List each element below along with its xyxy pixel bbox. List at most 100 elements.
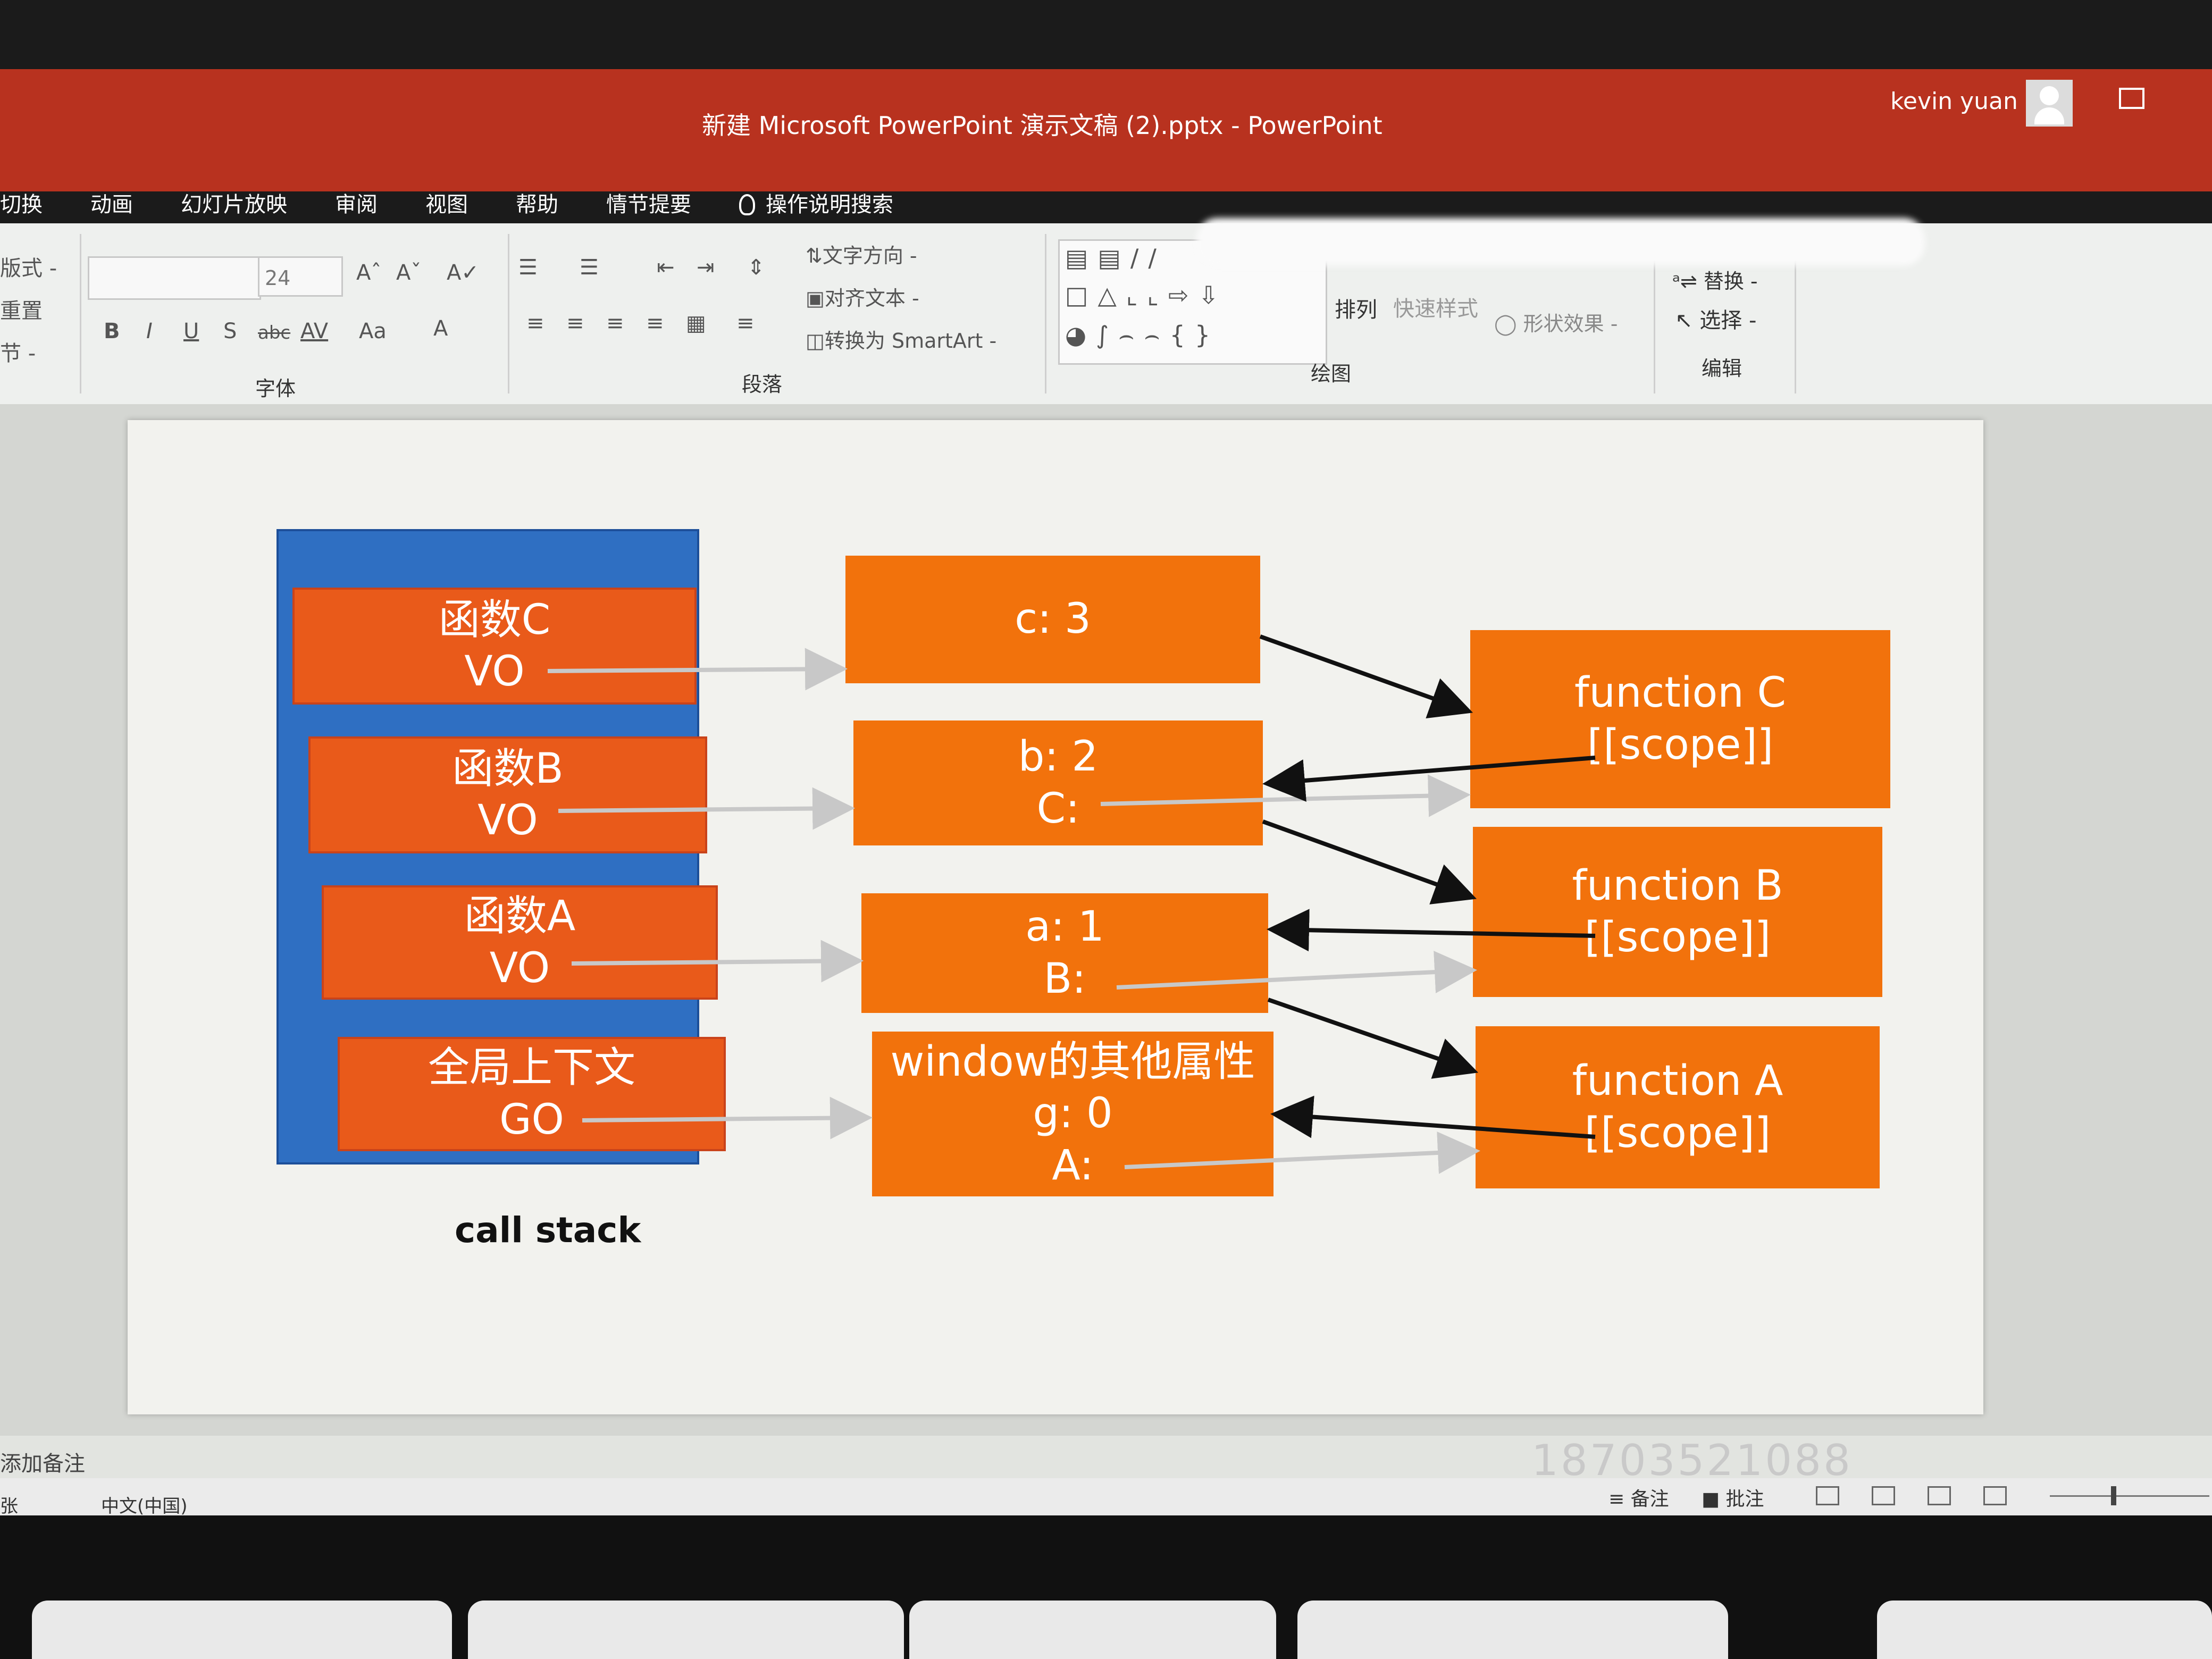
strikethrough-button[interactable]: abc	[258, 322, 290, 343]
font-group-label: 字体	[255, 377, 296, 400]
font-name-input[interactable]	[88, 256, 261, 300]
align-right-icon[interactable]: ≡	[606, 311, 624, 336]
lightbulb-icon	[739, 194, 755, 215]
change-case-button[interactable]: Aa	[359, 319, 387, 343]
shape-row-1: ▤▤∕∕	[1065, 244, 1166, 272]
increase-indent-icon[interactable]: ⇥	[697, 255, 715, 280]
function-scope: [[scope]]	[1587, 720, 1774, 769]
window-title: 新建 Microsoft PowerPoint 演示文稿 (2).pptx - …	[702, 111, 1382, 140]
zoom-slider[interactable]	[2050, 1495, 2209, 1497]
comments-button[interactable]: ■ 批注	[1702, 1484, 1764, 1511]
align-left-icon[interactable]: ≡	[526, 311, 544, 336]
vo-line: b: 2	[1018, 733, 1099, 781]
shadow-button[interactable]: S	[223, 319, 237, 343]
replace-button[interactable]: ᵃ⇌ 替换 -	[1672, 265, 1758, 294]
variable-object-b[interactable]: b: 2 C:	[853, 720, 1263, 845]
function-c-object[interactable]: function C [[scope]]	[1470, 630, 1890, 808]
grow-font-icon[interactable]: Aˆ	[356, 261, 381, 285]
columns-icon[interactable]: ▦	[686, 311, 706, 336]
tab-storyboard[interactable]: 情节提要	[582, 183, 715, 226]
line-spacing-icon[interactable]: ⇕	[747, 255, 765, 280]
shrink-font-icon[interactable]: Aˇ	[396, 261, 421, 285]
slideshow-view-icon[interactable]	[1983, 1486, 2007, 1505]
font-size-input[interactable]: 24	[258, 256, 343, 297]
powerpoint-window: 新建 Microsoft PowerPoint 演示文稿 (2).pptx - …	[0, 0, 2212, 1659]
paragraph-align-icon[interactable]: ≡	[736, 311, 755, 336]
variable-object-c[interactable]: c: 3	[845, 556, 1260, 683]
function-a-object[interactable]: function A [[scope]]	[1476, 1026, 1880, 1188]
text-direction-label: 文字方向 -	[822, 244, 917, 267]
notes-toggle-label: 备注	[1630, 1488, 1669, 1510]
smartart-button[interactable]: ◫转换为 SmartArt -	[806, 324, 996, 354]
font-color-button[interactable]: A	[433, 316, 448, 341]
stack-frame-global[interactable]: 全局上下文 GO	[338, 1037, 726, 1151]
tab-help[interactable]: 帮助	[492, 183, 582, 226]
notes-toggle-button[interactable]: ≡ 备注	[1608, 1484, 1669, 1511]
vo-line: B:	[1043, 954, 1086, 1003]
align-text-icon: ▣	[806, 287, 825, 310]
stack-frame-function-a[interactable]: 函数A VO	[322, 885, 718, 1000]
quick-styles-button[interactable]: 快速样式	[1393, 291, 1478, 322]
text-direction-button[interactable]: ⇅文字方向 -	[806, 239, 917, 269]
shape-effects-button[interactable]: ◯ 形状效果 -	[1494, 307, 1618, 337]
group-separator	[80, 234, 81, 393]
keyboard-key	[1877, 1601, 2212, 1659]
tab-view[interactable]: 视图	[401, 183, 492, 226]
underline-button[interactable]: U	[183, 319, 199, 343]
align-text-button[interactable]: ▣对齐文本 -	[806, 282, 919, 311]
function-name: function A	[1572, 1057, 1783, 1105]
stack-frame-name: 函数A	[464, 892, 576, 940]
reset-button[interactable]: 重置	[0, 294, 43, 324]
tell-me-search[interactable]: 操作说明搜索	[715, 183, 917, 226]
vo-line: C:	[1036, 784, 1080, 833]
replace-icon: ᵃ⇌	[1672, 270, 1704, 293]
justify-icon[interactable]: ≡	[646, 311, 664, 336]
variable-object-a[interactable]: a: 1 B:	[861, 893, 1268, 1013]
bullets-icon[interactable]: ☰	[518, 255, 538, 280]
select-button[interactable]: ↖ 选择 -	[1675, 303, 1756, 334]
decrease-indent-icon[interactable]: ⇤	[657, 255, 675, 280]
char-spacing-button[interactable]: AV	[300, 319, 328, 343]
tab-transitions[interactable]: 切换	[0, 183, 66, 226]
tab-slideshow[interactable]: 幻灯片放映	[157, 183, 311, 226]
notes-placeholder[interactable]: 添加备注	[0, 1446, 85, 1477]
stack-frame-function-c[interactable]: 函数C VO	[292, 588, 697, 705]
user-name[interactable]: kevin yuan	[1890, 88, 2018, 115]
vo-line: a: 1	[1025, 903, 1104, 951]
cursor-icon: ↖	[1675, 308, 1700, 333]
ribbon-display-options-icon[interactable]	[2119, 88, 2144, 109]
tab-review[interactable]: 审阅	[311, 183, 401, 226]
function-scope: [[scope]]	[1584, 914, 1771, 961]
vo-line: window的其他属性	[890, 1037, 1255, 1086]
stack-frame-function-b[interactable]: 函数B VO	[308, 736, 707, 853]
slide-sorter-icon[interactable]	[1872, 1486, 1895, 1505]
align-center-icon[interactable]: ≡	[566, 311, 584, 336]
clear-format-icon[interactable]: A✓	[447, 261, 479, 285]
section-button[interactable]: 节 -	[0, 336, 36, 367]
normal-view-icon[interactable]	[1816, 1486, 1839, 1505]
stack-frame-label: VO	[477, 797, 538, 844]
keyboard-key	[1297, 1601, 1728, 1659]
layout-button[interactable]: 版式 -	[0, 251, 57, 282]
drawing-group-label: 绘图	[1311, 362, 1352, 386]
paragraph-group-label: 段落	[742, 373, 783, 396]
smartart-label: 转换为 SmartArt -	[824, 329, 997, 353]
group-separator	[508, 234, 509, 393]
stack-frame-name: 函数C	[438, 596, 551, 644]
shape-effects-label: 形状效果 -	[1523, 312, 1618, 336]
zoom-slider-thumb[interactable]	[2111, 1486, 2116, 1505]
italic-button[interactable]: I	[146, 319, 153, 343]
align-text-label: 对齐文本 -	[824, 287, 919, 310]
numbering-icon[interactable]: ☰	[580, 255, 599, 280]
avatar[interactable]	[2026, 80, 2073, 127]
global-object[interactable]: window的其他属性 g: 0 A:	[872, 1032, 1273, 1196]
function-name: function C	[1574, 669, 1786, 717]
arrange-button[interactable]: 排列	[1335, 292, 1377, 323]
language-indicator[interactable]: 中文(中国)	[101, 1492, 188, 1518]
smartart-icon: ◫	[806, 329, 825, 353]
notes-icon: ≡	[1608, 1488, 1631, 1510]
function-b-object[interactable]: function B [[scope]]	[1473, 827, 1882, 997]
reading-view-icon[interactable]	[1928, 1486, 1951, 1505]
bold-button[interactable]: B	[104, 319, 120, 343]
tab-animations[interactable]: 动画	[66, 183, 157, 226]
